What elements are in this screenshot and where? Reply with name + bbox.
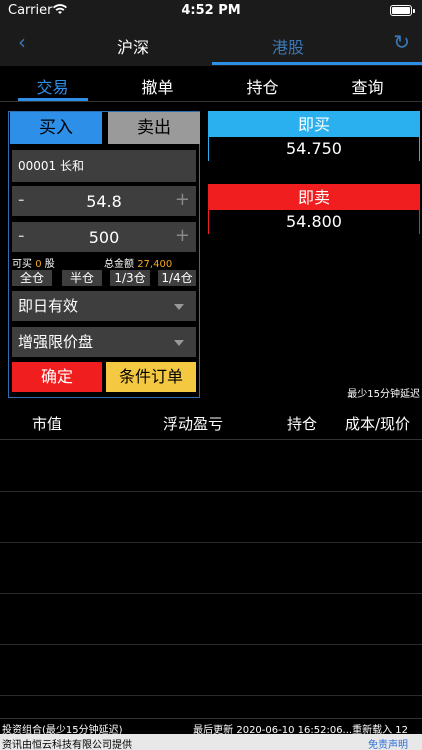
nav-tab-indicator	[212, 62, 422, 65]
ask-label: 即卖	[209, 185, 419, 210]
total-value: 27,400	[137, 259, 173, 270]
total-label: 总金额	[104, 259, 134, 270]
can-buy-label: 可买	[12, 259, 32, 270]
portfolio-footer: 投资组合(最少15分钟延迟) 最后更新 2020-06-10 16:52:06.…	[0, 718, 422, 736]
tab-query[interactable]: 查询	[315, 74, 420, 98]
status-bar: Carrier 4:52 PM	[0, 0, 422, 22]
column-cost-price: 成本/现价	[345, 415, 411, 433]
validity-caret-icon	[174, 304, 184, 310]
nav-bar: ‹ 沪深 港股 ↻	[0, 22, 422, 66]
quantity-stepper[interactable]: - 500 +	[12, 222, 196, 252]
buy-mode-button[interactable]: 买入	[10, 112, 102, 144]
delay-note: 最少15分钟延迟	[347, 389, 420, 400]
order-type-select[interactable]: 增强限价盘	[12, 327, 196, 357]
qty-quarter-button[interactable]: 1/4仓	[158, 270, 196, 286]
sell-mode-button[interactable]: 卖出	[108, 112, 200, 144]
back-chevron-icon[interactable]: ‹	[18, 30, 26, 54]
battery-icon	[390, 5, 415, 16]
bid-price: 54.750	[209, 137, 419, 162]
conditional-order-button[interactable]: 条件订单	[106, 362, 196, 392]
provider-footer: 资讯由恒云科技有限公司提供 免责声明	[0, 734, 422, 750]
table-row-divider	[0, 542, 422, 543]
qty-full-button[interactable]: 全仓	[12, 270, 52, 286]
column-market-value: 市值	[32, 415, 63, 433]
can-buy-unit: 股	[44, 259, 55, 270]
tab-positions[interactable]: 持仓	[210, 74, 315, 98]
quantity-plus-button[interactable]: +	[175, 225, 190, 246]
nav-tab-gg[interactable]: 港股	[272, 34, 304, 58]
tab-trade[interactable]: 交易	[0, 74, 105, 98]
column-floating-pnl: 浮动盈亏	[163, 415, 224, 433]
price-plus-button[interactable]: +	[175, 189, 190, 210]
trade-tabs: 交易 撤单 持仓 查询	[0, 66, 422, 102]
table-row-divider	[0, 593, 422, 594]
validity-value: 即日有效	[18, 297, 79, 315]
table-row-divider	[0, 644, 422, 645]
can-buy-value: 0	[35, 259, 42, 270]
table-row-divider	[0, 695, 422, 696]
holdings-table-header: 市值 浮动盈亏 持仓 成本/现价	[0, 404, 422, 440]
tab-cancel[interactable]: 撤单	[105, 74, 210, 98]
quantity-value[interactable]: 500	[12, 228, 196, 247]
clock: 4:52 PM	[181, 3, 241, 18]
column-position: 持仓	[287, 415, 318, 433]
nav-tab-hs[interactable]: 沪深	[117, 34, 149, 58]
qty-third-button[interactable]: 1/3仓	[110, 270, 150, 286]
ask-quote-box[interactable]: 即卖 54.800	[208, 184, 420, 235]
quantity-preset-group: 全仓 半仓 1/3仓 1/4仓	[12, 270, 196, 286]
price-stepper[interactable]: - 54.8 +	[12, 186, 196, 216]
bid-quote-box[interactable]: 即买 54.750	[208, 111, 420, 162]
order-info-row: 可买 0 股 总金额 27,400	[12, 255, 196, 270]
order-type-value: 增强限价盘	[18, 333, 94, 351]
disclaimer-link[interactable]: 免责声明	[368, 736, 408, 750]
bid-label: 即买	[209, 112, 419, 137]
tab-indicator	[18, 98, 88, 101]
price-value[interactable]: 54.8	[12, 192, 196, 211]
validity-select[interactable]: 即日有效	[12, 291, 196, 321]
provider-label: 资讯由恒云科技有限公司提供	[2, 740, 132, 750]
ask-price: 54.800	[209, 210, 419, 235]
confirm-button[interactable]: 确定	[12, 362, 102, 392]
stock-code-field[interactable]: 00001 长和	[12, 150, 196, 182]
table-row-divider	[0, 491, 422, 492]
order-type-caret-icon	[174, 340, 184, 346]
qty-half-button[interactable]: 半仓	[62, 270, 102, 286]
refresh-icon[interactable]: ↻	[393, 30, 410, 54]
